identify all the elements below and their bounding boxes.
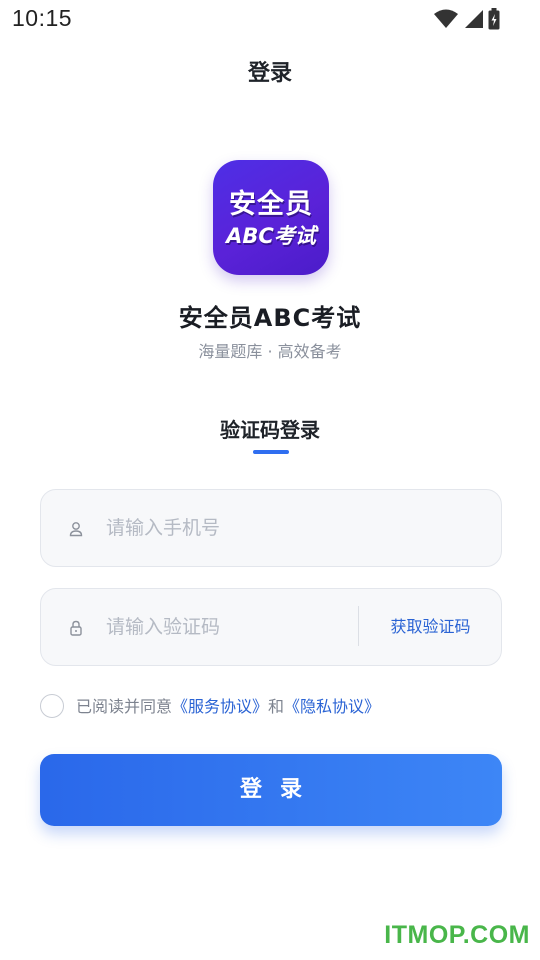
- status-icons: [434, 8, 500, 30]
- phone-field[interactable]: [40, 489, 502, 567]
- tab-sms-login[interactable]: 验证码登录: [0, 414, 540, 443]
- signal-icon: [465, 10, 483, 28]
- page-title: 登录: [247, 61, 292, 86]
- logo-text-line2: ABC考试: [226, 224, 316, 248]
- agreement-and: 和: [268, 697, 285, 716]
- battery-icon: [488, 8, 500, 30]
- logo-text-line1: 安全员: [229, 189, 313, 220]
- app-logo: 安全员 ABC考试: [213, 160, 329, 275]
- watermark-logo: ITMOP.COM: [384, 921, 530, 949]
- user-icon: [69, 522, 83, 537]
- phone-input[interactable]: [106, 510, 346, 546]
- agreement-row: 已阅读并同意 《服务协议》 和 《隐私协议》: [40, 692, 380, 718]
- app-name: 安全员ABC考试: [178, 304, 362, 332]
- wifi-icon: [434, 9, 458, 28]
- login-button[interactable]: 登录: [40, 754, 502, 826]
- app-slogan: 海量题库 · 高效备考: [198, 342, 342, 361]
- status-bar: 10:15: [0, 0, 540, 38]
- agreement-prefix: 已阅读并同意: [76, 697, 173, 716]
- service-agreement-link[interactable]: 《服务协议》: [172, 693, 268, 717]
- agreement-checkbox[interactable]: [40, 694, 64, 718]
- lock-icon: [70, 620, 82, 636]
- tab-indicator: [253, 450, 289, 454]
- privacy-agreement-link[interactable]: 《隐私协议》: [284, 693, 380, 717]
- get-code-button[interactable]: 获取验证码: [359, 589, 502, 665]
- status-time: 10:15: [12, 5, 73, 31]
- code-field[interactable]: 获取验证码: [40, 588, 502, 666]
- code-input[interactable]: [106, 609, 346, 645]
